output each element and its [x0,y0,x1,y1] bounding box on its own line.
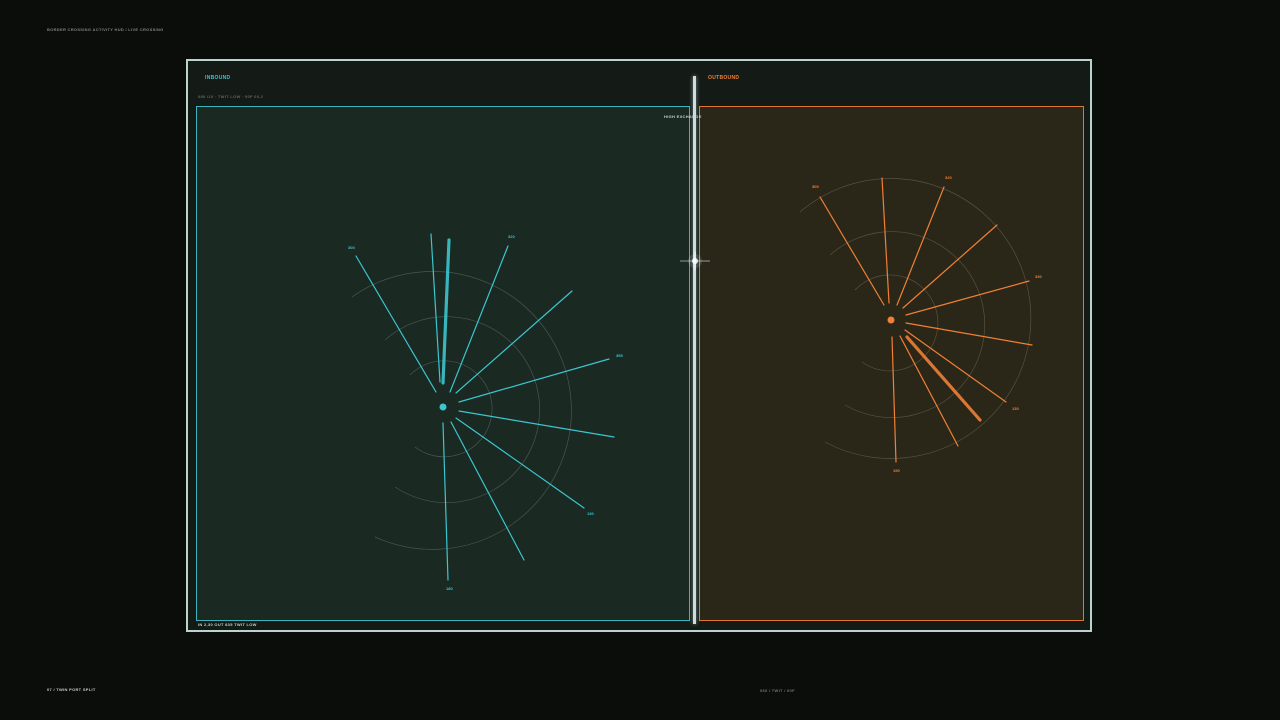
outbound-spoke-label: 320 [945,175,952,180]
split-divider[interactable] [693,76,696,624]
outbound-spoke [881,177,890,304]
outbound-spoke-label: 330 [1035,274,1042,279]
outbound-hub [887,316,895,324]
outbound-spoke [819,196,885,306]
outbound-spoke [902,224,998,309]
outbound-peak-spoke [905,335,982,422]
outbound-spoke [896,186,945,306]
footer-left: 07 / TWIN PORT SPLIT [47,687,96,692]
outbound-spoke-label: 300 [812,184,819,189]
outbound-rings [799,178,1032,459]
outbound-spoke [905,322,1033,346]
outbound-spokes [819,177,1033,463]
outbound-radar: 300 320 330 130 190 [799,175,1042,473]
outbound-spoke [899,335,959,447]
outbound-spoke-label: 130 [1012,406,1019,411]
outbound-spoke [905,280,1030,316]
outbound-spoke [891,336,897,463]
footer-center: 060 / TWIT / 00F [760,688,795,693]
outbound-spoke-label: 190 [893,468,900,473]
divider-drag-handle[interactable] [680,252,710,270]
